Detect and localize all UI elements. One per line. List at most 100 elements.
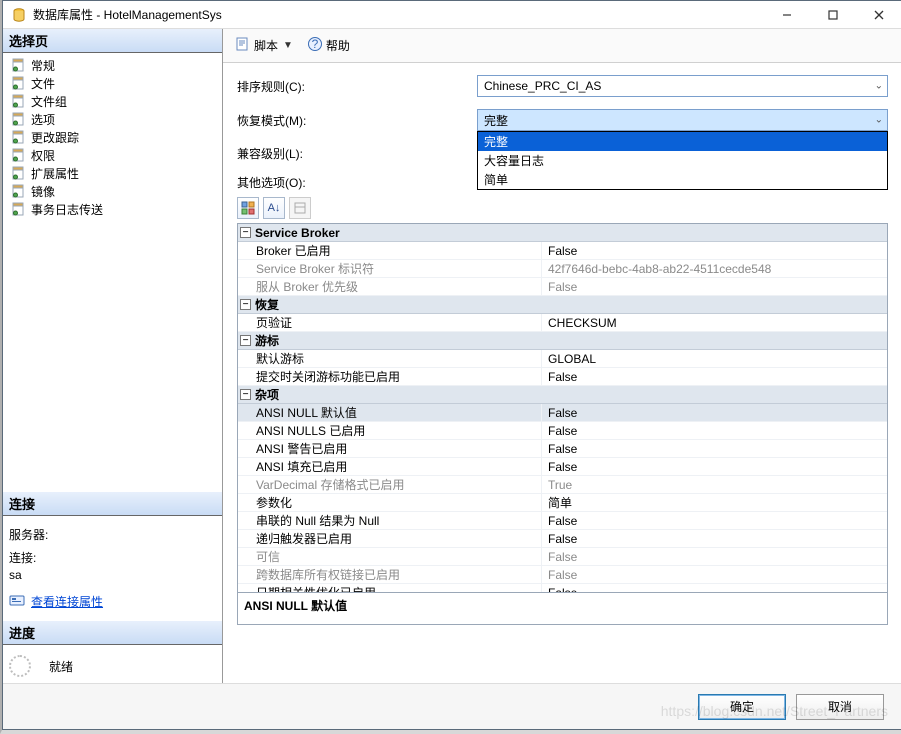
- prop-name: 日期相关性优化已启用: [238, 584, 542, 592]
- conn-props-icon: [9, 592, 25, 611]
- prop-value[interactable]: False: [542, 422, 887, 439]
- conn-value: sa: [9, 568, 216, 582]
- recovery-option[interactable]: 大容量日志: [478, 151, 887, 170]
- page-icon: [11, 111, 27, 127]
- pg-alphabetical-button[interactable]: A↓: [263, 197, 285, 219]
- prop-value[interactable]: False: [542, 458, 887, 475]
- page-icon: [11, 201, 27, 217]
- prop-value[interactable]: 42f7646d-bebc-4ab8-ab22-4511cecde548: [542, 260, 887, 277]
- prop-name: 可信: [238, 548, 542, 565]
- sidebar-item[interactable]: 权限: [7, 146, 218, 164]
- prop-value[interactable]: False: [542, 368, 887, 385]
- propgrid-row[interactable]: ANSI 填充已启用False: [238, 458, 887, 476]
- pg-properties-button[interactable]: [289, 197, 311, 219]
- propgrid-row[interactable]: Broker 已启用False: [238, 242, 887, 260]
- view-conn-props-link[interactable]: 查看连接属性: [31, 593, 103, 610]
- propgrid-row[interactable]: 页验证CHECKSUM: [238, 314, 887, 332]
- category-label: 杂项: [255, 386, 279, 403]
- sidebar-item[interactable]: 文件: [7, 74, 218, 92]
- page-icon: [11, 57, 27, 73]
- sidebar-item[interactable]: 常规: [7, 56, 218, 74]
- recovery-dropdown-list: 完整大容量日志简单: [477, 131, 888, 190]
- progress-spinner-icon: [9, 655, 31, 677]
- help-icon: ?: [307, 36, 323, 55]
- server-label: 服务器:: [9, 526, 216, 543]
- category-label: Service Broker: [255, 226, 340, 240]
- prop-value[interactable]: False: [542, 278, 887, 295]
- prop-name: Broker 已启用: [238, 242, 542, 259]
- collapse-icon[interactable]: −: [240, 227, 251, 238]
- sidebar-item-label: 镜像: [31, 183, 55, 200]
- propgrid-row[interactable]: ANSI NULLS 已启用False: [238, 422, 887, 440]
- propgrid-row[interactable]: VarDecimal 存储格式已启用True: [238, 476, 887, 494]
- script-dropdown-icon[interactable]: ▼: [281, 40, 295, 51]
- sidebar-item[interactable]: 选项: [7, 110, 218, 128]
- page-icon: [11, 75, 27, 91]
- propgrid-category[interactable]: −Service Broker: [238, 224, 887, 242]
- prop-value[interactable]: False: [542, 440, 887, 457]
- connection-header: 连接: [3, 492, 222, 516]
- prop-value[interactable]: False: [542, 548, 887, 565]
- propgrid-row[interactable]: 服从 Broker 优先级False: [238, 278, 887, 296]
- collapse-icon[interactable]: −: [240, 299, 251, 310]
- prop-name: ANSI 警告已启用: [238, 440, 542, 457]
- collapse-icon[interactable]: −: [240, 335, 251, 346]
- propgrid-row[interactable]: 提交时关闭游标功能已启用False: [238, 368, 887, 386]
- sidebar-item[interactable]: 文件组: [7, 92, 218, 110]
- recovery-select[interactable]: 完整 ⌄: [477, 109, 888, 131]
- propgrid-row[interactable]: 可信False: [238, 548, 887, 566]
- prop-value[interactable]: True: [542, 476, 887, 493]
- sidebar-item-label: 更改跟踪: [31, 129, 79, 146]
- propgrid-row[interactable]: 串联的 Null 结果为 NullFalse: [238, 512, 887, 530]
- collation-select[interactable]: Chinese_PRC_CI_AS ⌄: [477, 75, 888, 97]
- propgrid-category[interactable]: −游标: [238, 332, 887, 350]
- prop-value[interactable]: False: [542, 584, 887, 592]
- propgrid-row[interactable]: 参数化简单: [238, 494, 887, 512]
- prop-value[interactable]: 简单: [542, 494, 887, 511]
- propgrid-row[interactable]: ANSI NULL 默认值False: [238, 404, 887, 422]
- page-icon: [11, 129, 27, 145]
- sidebar-item-label: 选项: [31, 111, 55, 128]
- pg-categorized-button[interactable]: [237, 197, 259, 219]
- prop-value[interactable]: False: [542, 530, 887, 547]
- sidebar-item-label: 常规: [31, 57, 55, 74]
- maximize-button[interactable]: [810, 1, 856, 28]
- propgrid-row[interactable]: 默认游标GLOBAL: [238, 350, 887, 368]
- dialog-window: 数据库属性 - HotelManagementSys 选择页 常规文件文件组选项…: [2, 0, 901, 730]
- sidebar-item[interactable]: 扩展属性: [7, 164, 218, 182]
- recovery-option[interactable]: 简单: [478, 170, 887, 189]
- propgrid-row[interactable]: 跨数据库所有权链接已启用False: [238, 566, 887, 584]
- prop-value[interactable]: GLOBAL: [542, 350, 887, 367]
- propgrid-row[interactable]: Service Broker 标识符42f7646d-bebc-4ab8-ab2…: [238, 260, 887, 278]
- titlebar[interactable]: 数据库属性 - HotelManagementSys: [3, 1, 901, 29]
- page-icon: [11, 93, 27, 109]
- minimize-button[interactable]: [764, 1, 810, 28]
- script-button[interactable]: 脚本 ▼: [231, 34, 299, 57]
- recovery-option[interactable]: 完整: [478, 132, 887, 151]
- sidebar-item[interactable]: 镜像: [7, 182, 218, 200]
- propgrid-row[interactable]: ANSI 警告已启用False: [238, 440, 887, 458]
- main-panel: 脚本 ▼ ? 帮助 排序规则(C): Chinese_PRC_CI_AS ⌄: [223, 29, 901, 683]
- ok-button[interactable]: 确定: [698, 694, 786, 720]
- property-grid[interactable]: −Service BrokerBroker 已启用FalseService Br…: [237, 223, 888, 593]
- sidebar-item[interactable]: 事务日志传送: [7, 200, 218, 218]
- cancel-button[interactable]: 取消: [796, 694, 884, 720]
- prop-value[interactable]: False: [542, 404, 887, 421]
- prop-value[interactable]: False: [542, 512, 887, 529]
- sidebar-item-label: 文件: [31, 75, 55, 92]
- propgrid-category[interactable]: −恢复: [238, 296, 887, 314]
- toolbar: 脚本 ▼ ? 帮助: [223, 29, 901, 63]
- close-button[interactable]: [856, 1, 901, 28]
- window-title: 数据库属性 - HotelManagementSys: [33, 6, 764, 23]
- propgrid-description: ANSI NULL 默认值: [237, 593, 888, 625]
- propgrid-row[interactable]: 日期相关性优化已启用False: [238, 584, 887, 592]
- prop-value[interactable]: False: [542, 242, 887, 259]
- collapse-icon[interactable]: −: [240, 389, 251, 400]
- propgrid-category[interactable]: −杂项: [238, 386, 887, 404]
- propgrid-row[interactable]: 递归触发器已启用False: [238, 530, 887, 548]
- sidebar-item[interactable]: 更改跟踪: [7, 128, 218, 146]
- prop-value[interactable]: CHECKSUM: [542, 314, 887, 331]
- connection-block: 服务器: 连接:sa 查看连接属性: [3, 516, 222, 621]
- help-button[interactable]: ? 帮助: [303, 34, 354, 57]
- prop-value[interactable]: False: [542, 566, 887, 583]
